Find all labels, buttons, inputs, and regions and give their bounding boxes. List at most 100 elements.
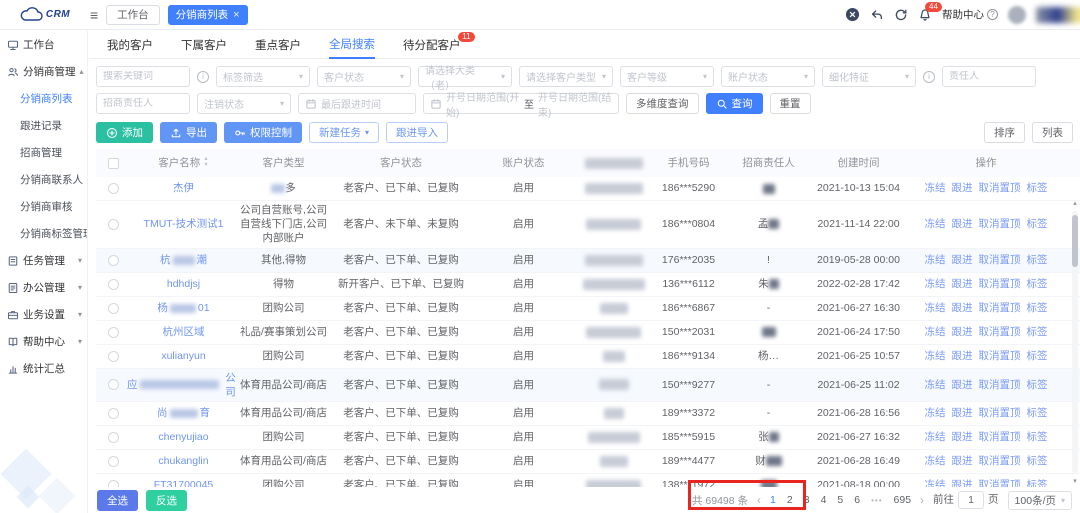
page-6[interactable]: 6 [854, 494, 860, 506]
row-action-2[interactable]: 取消置顶 [979, 378, 1021, 392]
filter-field[interactable]: 客户状态▾ [317, 66, 411, 87]
sidebar-item-7[interactable]: 分销商标签管理 [0, 220, 87, 247]
filter-field[interactable]: 账户状态▾ [721, 66, 815, 87]
row-action-0[interactable]: 冻结 [925, 325, 946, 339]
row-action-1[interactable]: 跟进 [952, 181, 973, 195]
row-action-1[interactable]: 跟进 [952, 430, 973, 444]
goto-page-input[interactable] [958, 491, 984, 509]
help-center-link[interactable]: 帮助中心 ? [942, 7, 998, 22]
row-action-1[interactable]: 跟进 [952, 378, 973, 392]
row-action-1[interactable]: 跟进 [952, 301, 973, 315]
row-action-3[interactable]: 标签 [1027, 454, 1048, 468]
list-view-button[interactable]: 列表 [1032, 122, 1073, 143]
tab-3[interactable]: 全局搜索 [329, 31, 375, 59]
filter-field[interactable] [96, 93, 190, 114]
row-action-3[interactable]: 标签 [1027, 325, 1048, 339]
row-action-0[interactable]: 冻结 [925, 454, 946, 468]
row-action-3[interactable]: 标签 [1027, 253, 1048, 267]
page-size-select[interactable]: 100条/页 ▾ [1008, 491, 1072, 510]
row-action-2[interactable]: 取消置顶 [979, 181, 1021, 195]
customer-name-link[interactable]: hdhdjsj [167, 277, 200, 291]
customer-name-link[interactable]: 尚育 [157, 406, 210, 420]
export-button[interactable]: 导出 [160, 122, 217, 143]
filter-field[interactable]: 注销状态▾ [197, 93, 291, 114]
row-checkbox[interactable] [108, 327, 119, 338]
tab-1[interactable]: 下属客户 [181, 31, 227, 59]
sidebar-item-2[interactable]: 分销商列表 [0, 85, 87, 112]
close-tab-icon[interactable]: × [233, 9, 239, 21]
row-action-2[interactable]: 取消置顶 [979, 430, 1021, 444]
filter-field[interactable] [942, 66, 1036, 87]
filter-field[interactable]: 客户等级▾ [620, 66, 714, 87]
filter-field[interactable]: 最后跟进时间 [298, 93, 416, 114]
row-checkbox[interactable] [108, 219, 119, 230]
new-task-dropdown[interactable]: 新建任务▾ [309, 122, 379, 143]
column-header[interactable]: 客户名称 [158, 156, 200, 170]
sidebar-item-3[interactable]: 跟进记录 [0, 112, 87, 139]
sidebar-item-5[interactable]: 分销商联系人 [0, 166, 87, 193]
sidebar-item-12[interactable]: 统计汇总 [0, 355, 87, 382]
refresh-icon[interactable] [894, 8, 908, 22]
multi-query-button[interactable]: 多维度查询 [626, 93, 699, 114]
prev-page-button[interactable]: ‹ [757, 493, 761, 507]
customer-name-link[interactable]: 杭潮 [160, 253, 207, 267]
row-action-2[interactable]: 取消置顶 [979, 325, 1021, 339]
sidebar-item-8[interactable]: 任务管理▾ [0, 247, 87, 274]
select-all-checkbox[interactable] [108, 158, 119, 169]
search-button[interactable]: 查询 [706, 93, 763, 114]
page-5[interactable]: 5 [837, 494, 843, 506]
row-action-3[interactable]: 标签 [1027, 430, 1048, 444]
filter-field[interactable]: 请选择大类（老）▾ [418, 66, 512, 87]
customer-name-link[interactable]: 应公司 [127, 371, 240, 399]
page-695[interactable]: 695 [894, 494, 912, 506]
filter-input-1-8[interactable] [949, 71, 1029, 82]
tab-4[interactable]: 待分配客户11 [403, 31, 461, 59]
row-action-1[interactable]: 跟进 [952, 253, 973, 267]
add-button[interactable]: 添加 [96, 122, 153, 143]
row-action-3[interactable]: 标签 [1027, 217, 1048, 231]
row-checkbox[interactable] [108, 351, 119, 362]
filter-input-1-0[interactable] [103, 71, 183, 82]
sidebar-item-10[interactable]: 业务设置▾ [0, 301, 87, 328]
row-action-2[interactable]: 取消置顶 [979, 349, 1021, 363]
sort-icon[interactable]: ▲▼ [203, 157, 208, 168]
row-checkbox[interactable] [108, 432, 119, 443]
reset-button[interactable]: 重置 [770, 93, 811, 114]
row-checkbox[interactable] [108, 279, 119, 290]
customer-name-link[interactable]: TMUT-技术测试1 [144, 217, 224, 231]
filter-field[interactable]: 标签筛选▾ [216, 66, 310, 87]
sort-button[interactable]: 排序 [984, 122, 1025, 143]
row-action-2[interactable]: 取消置顶 [979, 406, 1021, 420]
scroll-up-icon[interactable]: ▴ [1071, 199, 1079, 207]
menu-toggle-icon[interactable]: ≡ [90, 7, 98, 23]
followup-import-button[interactable]: 跟进导入 [386, 122, 448, 143]
permission-control-button[interactable]: 权限控制 [224, 122, 302, 143]
customer-name-link[interactable]: 杰伊 [173, 181, 194, 195]
customer-name-link[interactable]: chenyujiao [158, 430, 208, 444]
row-action-0[interactable]: 冻结 [925, 181, 946, 195]
page-3[interactable]: 3 [804, 494, 810, 506]
customer-name-link[interactable]: xulianyun [161, 349, 205, 363]
customer-name-link[interactable]: 杨01 [157, 301, 209, 315]
sidebar-item-0[interactable]: 工作台 [0, 31, 87, 58]
row-action-2[interactable]: 取消置顶 [979, 277, 1021, 291]
row-checkbox[interactable] [108, 408, 119, 419]
scrollbar-thumb[interactable] [1072, 215, 1078, 267]
filter-field[interactable]: 请选择客户类型▾ [519, 66, 613, 87]
scroll-down-icon[interactable]: ▾ [1071, 477, 1079, 485]
row-action-0[interactable]: 冻结 [925, 277, 946, 291]
tab-0[interactable]: 我的客户 [107, 31, 153, 59]
page-2[interactable]: 2 [787, 494, 793, 506]
avatar[interactable] [1008, 6, 1026, 24]
row-action-2[interactable]: 取消置顶 [979, 301, 1021, 315]
row-action-0[interactable]: 冻结 [925, 217, 946, 231]
row-checkbox[interactable] [108, 183, 119, 194]
close-circle-icon[interactable] [845, 7, 860, 22]
active-page-tab[interactable]: 分销商列表 × [168, 5, 248, 25]
back-icon[interactable] [870, 8, 884, 22]
sidebar-item-1[interactable]: 分销商管理▴ [0, 58, 87, 85]
row-action-1[interactable]: 跟进 [952, 349, 973, 363]
row-action-3[interactable]: 标签 [1027, 349, 1048, 363]
row-action-1[interactable]: 跟进 [952, 325, 973, 339]
row-action-3[interactable]: 标签 [1027, 406, 1048, 420]
